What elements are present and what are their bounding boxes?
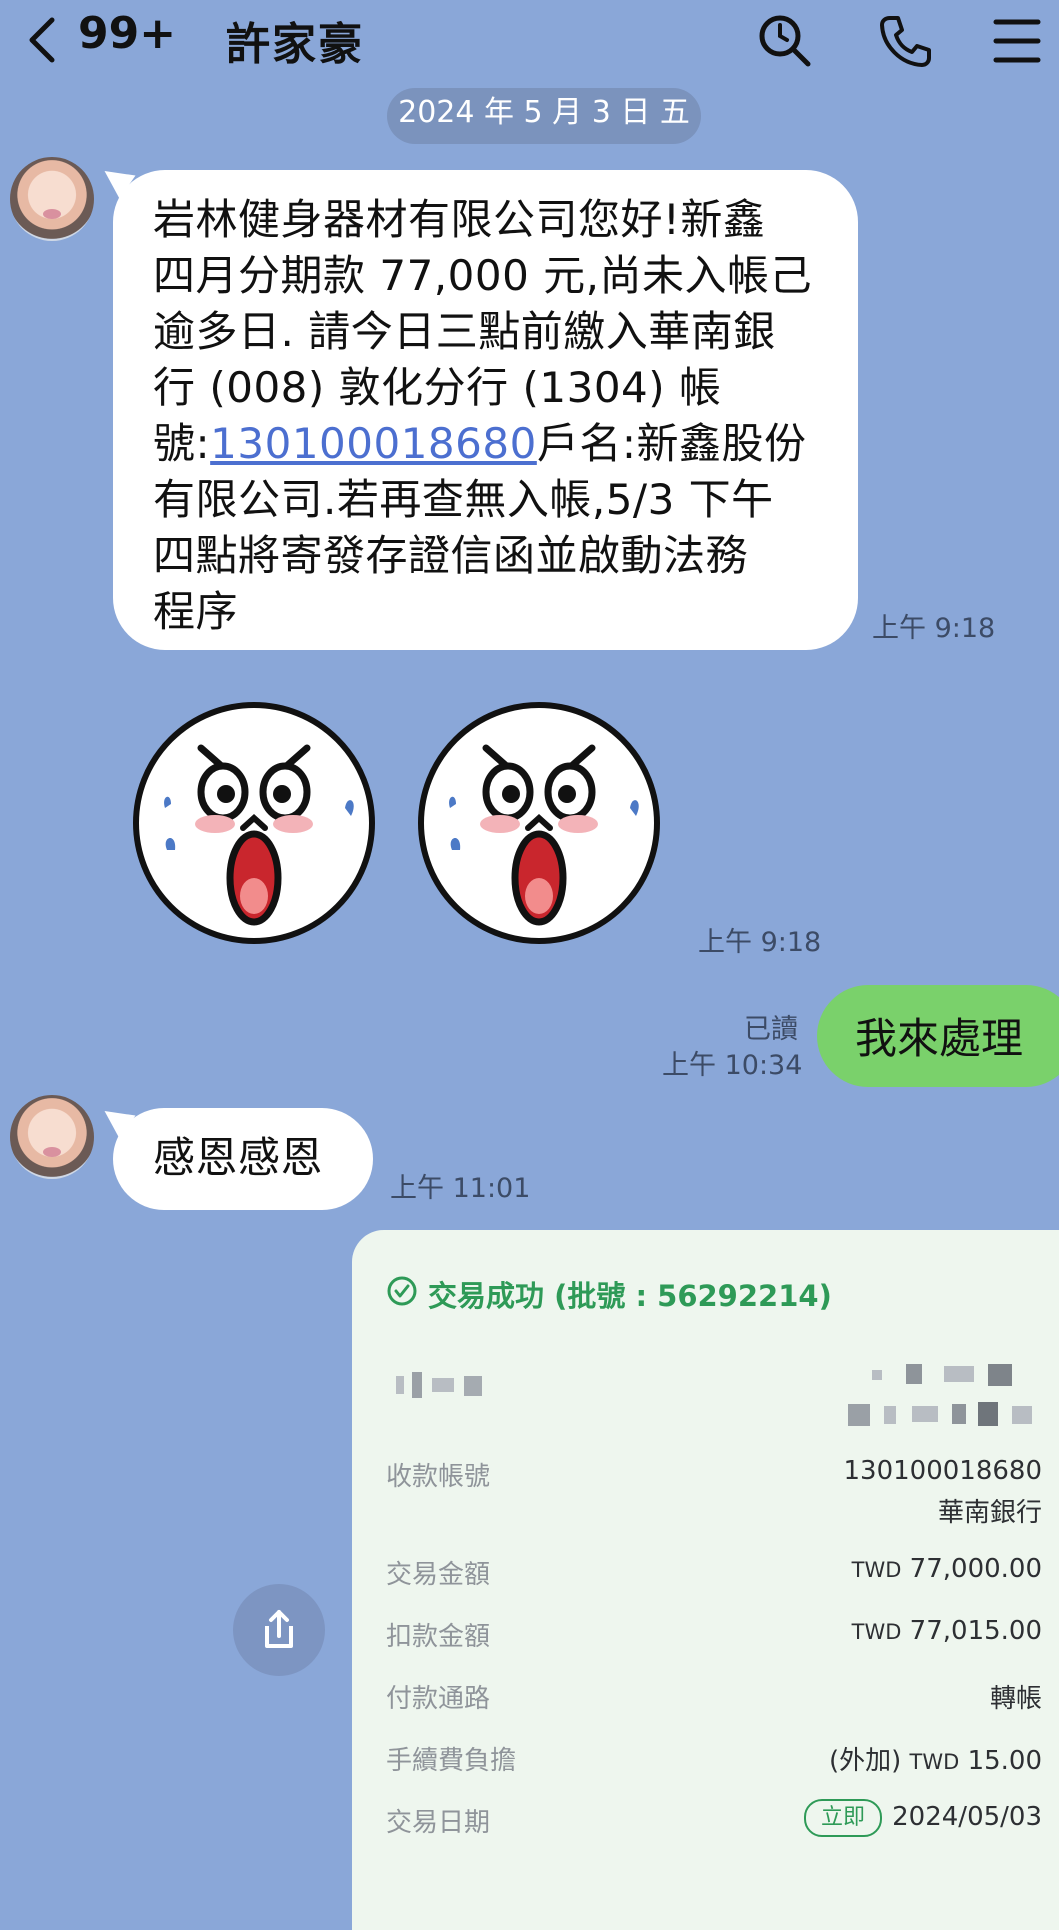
message-time: 上午 9:18 (872, 613, 996, 644)
message-bubble[interactable]: 感恩感恩 (113, 1108, 373, 1210)
message-text: 岩林健身器材有限公司您好!新鑫 四月分期款 77,000 元,尚未入帳己 逾多日… (153, 195, 813, 636)
sent-message-bubble[interactable]: 我來處理 (817, 985, 1059, 1087)
message-time: 上午 11:01 (390, 1173, 531, 1204)
message-text: 我來處理 (855, 1014, 1024, 1063)
debit-amount-label: 扣款金額 (386, 1622, 491, 1652)
contact-avatar[interactable] (10, 157, 94, 241)
instant-badge: 立即 (804, 1799, 882, 1837)
receiving-account-label: 收款帳號 (386, 1462, 491, 1492)
date-divider: 2024 年 5 月 3 日 五 (387, 88, 701, 144)
menu-icon (993, 19, 1041, 63)
check-circle-icon (386, 1275, 418, 1307)
message-text: 感恩感恩 (153, 1133, 324, 1182)
share-icon (265, 1610, 293, 1648)
menu-button[interactable] (990, 12, 1048, 70)
fee-bearer-label: 手續費負擔 (386, 1746, 517, 1776)
share-button[interactable] (233, 1584, 325, 1676)
transaction-amount-label: 交易金額 (386, 1560, 491, 1590)
call-button[interactable] (876, 12, 934, 70)
transaction-date-label: 交易日期 (386, 1808, 491, 1838)
redacted-account (848, 1364, 1048, 1434)
unread-count[interactable]: 99+ (78, 8, 176, 59)
chat-header: 99+ 許家豪 (0, 0, 1059, 80)
message-time: 上午 10:34 (662, 1050, 803, 1081)
contact-name[interactable]: 許家豪 (226, 8, 364, 72)
debit-amount-value: TWD 77,015.00 (851, 1616, 1042, 1646)
fee-bearer-value: (外加) TWD 15.00 (828, 1746, 1042, 1776)
transaction-amount-value: TWD 77,000.00 (851, 1554, 1042, 1584)
transaction-status: 交易成功 (批號 : 56292214) (428, 1279, 832, 1313)
payment-channel-label: 付款通路 (386, 1684, 491, 1714)
redacted-name (396, 1372, 496, 1398)
message-bubble[interactable]: 岩林健身器材有限公司您好!新鑫 四月分期款 77,000 元,尚未入帳己 逾多日… (113, 170, 858, 650)
contact-avatar[interactable] (10, 1095, 94, 1179)
receiving-bank-value: 華南銀行 (937, 1498, 1042, 1528)
account-number-link[interactable]: 130100018680 (210, 419, 537, 468)
receiving-account-value: 130100018680 (843, 1456, 1042, 1486)
phone-icon (880, 16, 931, 67)
message-time: 上午 9:18 (698, 927, 822, 958)
shocked-face-sticker[interactable] (131, 700, 377, 946)
read-receipt: 已讀 (744, 1014, 798, 1045)
shocked-face-sticker[interactable] (416, 700, 662, 946)
search-icon (759, 15, 811, 67)
search-button[interactable] (756, 12, 814, 70)
transaction-date-value: 2024/05/03 (892, 1802, 1042, 1832)
back-button[interactable] (22, 16, 66, 64)
chevron-left-icon (29, 17, 55, 63)
payment-channel-value: 轉帳 (989, 1684, 1042, 1714)
